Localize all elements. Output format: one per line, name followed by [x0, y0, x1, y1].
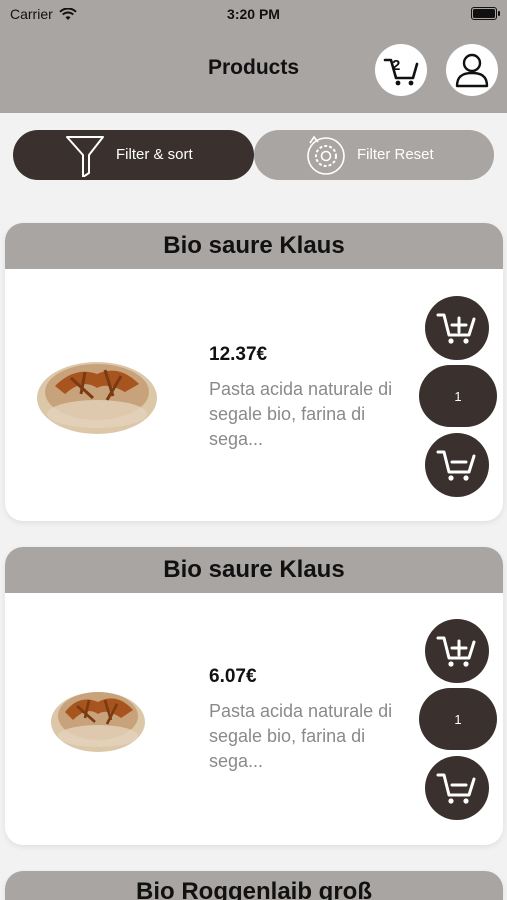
product-description: Pasta acida naturale di segale bio, fari… [209, 701, 393, 771]
product-card[interactable]: Bio saure Klaus 12.37€ Pasta acida natur… [5, 223, 503, 521]
cart-minus-icon [436, 450, 476, 481]
remove-from-cart-button[interactable] [425, 433, 489, 497]
filter-reset-label: Filter Reset [357, 146, 434, 163]
cart-count-badge: 2 [392, 57, 401, 74]
user-icon [455, 53, 489, 88]
add-to-cart-button[interactable] [425, 619, 489, 683]
bread-image [37, 362, 157, 434]
clock: 3:20 PM [227, 6, 280, 22]
product-name: Bio saure Klaus [5, 547, 503, 593]
bread-image [51, 692, 145, 752]
filter-sort-label: Filter & sort [116, 146, 193, 163]
cart-plus-icon [436, 313, 476, 344]
profile-button[interactable] [446, 44, 498, 96]
product-price: 6.07€ [209, 666, 257, 687]
cart-icon [383, 58, 419, 86]
funnel-icon [66, 136, 104, 177]
product-name: Bio Roggenlaib groß [5, 871, 503, 900]
filter-reset-button[interactable]: Filter Reset [254, 130, 494, 180]
product-card[interactable]: Bio saure Klaus 6.07€ Pasta acida natura… [5, 547, 503, 845]
product-price: 12.37€ [209, 344, 268, 365]
product-card[interactable]: Bio Roggenlaib groß [5, 871, 503, 900]
add-to-cart-button[interactable] [425, 296, 489, 360]
navigation-bar: Carrier 3:20 PM Products 2 [0, 0, 507, 113]
remove-from-cart-button[interactable] [425, 756, 489, 820]
filter-sort-button[interactable]: Filter & sort [13, 130, 254, 180]
cart-button[interactable]: 2 [375, 44, 427, 96]
quantity-display[interactable]: 1 [419, 688, 497, 750]
page-title: Products [207, 56, 299, 79]
product-name: Bio saure Klaus [5, 223, 503, 269]
product-description: Pasta acida naturale di segale bio, fari… [209, 379, 393, 449]
cart-plus-icon [436, 636, 476, 667]
status-bar: Carrier 3:20 PM [0, 0, 507, 28]
battery-icon [471, 7, 500, 20]
reset-gear-icon [307, 135, 345, 175]
quantity-display[interactable]: 1 [419, 365, 497, 427]
cart-minus-icon [436, 773, 476, 804]
